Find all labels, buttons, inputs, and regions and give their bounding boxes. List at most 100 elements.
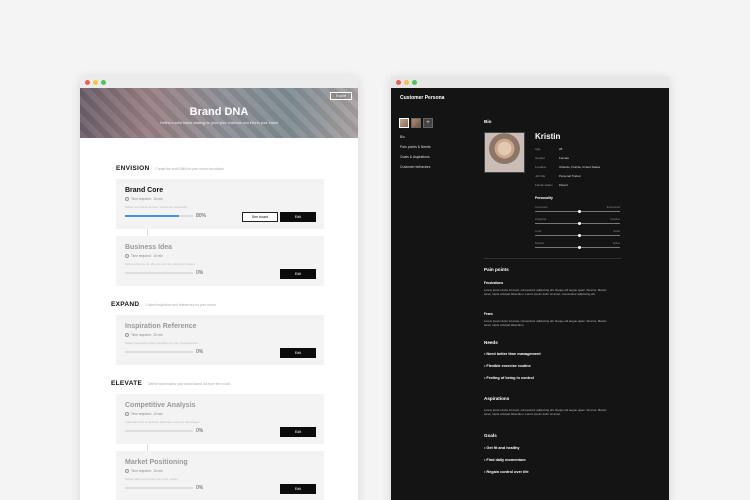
card-time: Time required : 10 min [125,412,163,416]
card-title: Competitive Analysis [125,402,196,409]
nav-item-goals[interactable]: Goals & Aspirations [400,155,430,159]
nav-item-behaviors[interactable]: Customer behaviors [400,165,430,169]
card-time: Time required : 15 min [125,197,163,201]
edit-button[interactable]: Edit [280,269,316,279]
minimize-dot[interactable] [93,79,98,85]
persona-avatar[interactable] [411,118,421,128]
card-competitive-analysis[interactable]: Competitive Analysis Time required : 10 … [116,394,324,444]
slider-knob[interactable] [577,233,581,237]
need-item: • Need better time management [484,352,541,356]
card-time: Time required : 20 min [125,333,163,337]
edit-button[interactable]: Edit [280,348,316,358]
export-button[interactable]: Export [329,92,352,100]
detail-row: Job title Personal Trainer [535,174,582,178]
hero-banner: Brand DNA Define a solid brand strategy … [80,88,358,138]
section-description: Collect inspiration and references for y… [145,303,216,307]
need-item: • Flexible exercise routine [484,364,531,368]
aspirations-heading: Aspirations [484,396,510,401]
card-title: Brand Core [125,187,164,194]
card-description: Define what you do, who you do it for, a… [125,262,196,266]
personality-slider: Loyal Fickle [535,230,620,237]
personality-heading: Personality [535,196,553,200]
clock-icon [125,333,129,337]
fears-text: Lorem ipsum dolor sit amet, consectetur … [484,319,607,327]
edit-button[interactable]: Edit [280,212,316,222]
section-title: EXPAND [111,301,140,308]
persona-avatar[interactable] [399,118,409,128]
clock-icon [125,412,129,416]
need-item: • Feeling of being in control [484,376,534,380]
brand-dna-window: Brand DNA Define a solid brand strategy … [80,76,358,500]
progress-bar [125,215,193,217]
personality-slider: Introverted Extroverted [535,206,620,213]
card-business-idea[interactable]: Business Idea Time required : 10 min Def… [116,236,324,286]
goal-item: • Get fit and healthy [484,446,520,450]
section-elevate: ELEVATE Define what makes your brand sta… [111,380,230,387]
goal-item: • Find daily momentum [484,458,526,462]
card-title: Inspiration Reference [125,323,197,330]
pain-points-heading: Pain points [484,267,509,272]
card-inspiration-reference[interactable]: Inspiration Reference Time required : 20… [116,315,324,365]
progress-bar [125,430,193,432]
progress-percent: 80% [196,213,207,219]
bio-heading: Bio [484,119,492,124]
slider-knob[interactable] [577,221,581,225]
card-title: Market Positioning [125,459,188,466]
aspirations-text: Lorem ipsum dolor sit amet, consectetur … [484,408,607,416]
slider-knob[interactable] [577,245,581,249]
clock-icon [125,469,129,473]
page-title: Brand DNA [189,105,249,118]
maximize-dot[interactable] [101,79,106,85]
personality-slider: Analytical Creative [535,218,620,225]
persona-photo [484,132,525,173]
minimize-dot[interactable] [404,79,409,85]
clock-icon [125,197,129,201]
page-subtitle: Define a solid brand strategy to grow yo… [160,120,278,125]
progress-fill [125,215,180,217]
maximize-dot[interactable] [412,79,417,85]
frustrations-heading: Frustrations [484,281,504,285]
section-envision: ENVISION Create the solid DNA for your b… [116,165,224,172]
detail-row: Location Orlando, Florida, United States [535,165,601,169]
frustrations-text: Lorem ipsum dolor sit amet, consectetur … [484,288,607,296]
fears-heading: Fears [484,312,493,316]
close-dot[interactable] [396,79,401,85]
card-time: Time required : 10 min [125,254,163,258]
nav-item-pain-points[interactable]: Pain points & Needs [400,145,431,149]
add-persona-button[interactable]: + [423,118,433,128]
goals-heading: Goals [484,433,497,438]
see-board-button[interactable]: See board [242,212,278,222]
goal-item: • Regain control over life [484,470,529,474]
card-title: Business Idea [125,244,173,251]
persona-switcher: + [399,118,433,128]
progress-percent: 0% [196,349,204,355]
card-description: Gather visual and verbal inspiration for… [125,341,199,345]
page-title: Customer Persona [400,95,445,101]
window-titlebar [391,76,669,88]
customer-persona-window: Customer Persona + Bio Pain points & Nee… [391,76,669,500]
section-title: ENVISION [116,165,150,172]
card-market-positioning[interactable]: Market Positioning Time required : 15 mi… [116,451,324,500]
card-connector [147,444,148,451]
section-title: ELEVATE [111,380,143,387]
progress-percent: 0% [196,270,204,276]
window-titlebar [80,76,358,88]
card-description: Define where your brand sits in the mark… [125,477,178,481]
needs-heading: Needs [484,340,498,345]
slider-knob[interactable] [577,209,581,213]
close-dot[interactable] [85,79,90,85]
progress-percent: 0% [196,428,204,434]
detail-row: Age 28 [535,147,563,151]
persona-name: Kristin [535,132,561,141]
card-description: Define your brand purpose, values and pe… [125,205,188,209]
personality-slider: Passive Active [535,242,620,249]
section-description: Create the solid DNA for your brand foun… [155,167,225,171]
clock-icon [125,254,129,258]
edit-button[interactable]: Edit [280,484,316,494]
nav-item-bio[interactable]: Bio [400,135,405,139]
section-expand: EXPAND Collect inspiration and reference… [111,301,216,308]
edit-button[interactable]: Edit [280,427,316,437]
card-brand-core[interactable]: Brand Core Time required : 15 min Define… [116,179,324,229]
progress-percent: 0% [196,485,204,491]
section-description: Define what makes your brand stand out f… [148,382,231,386]
